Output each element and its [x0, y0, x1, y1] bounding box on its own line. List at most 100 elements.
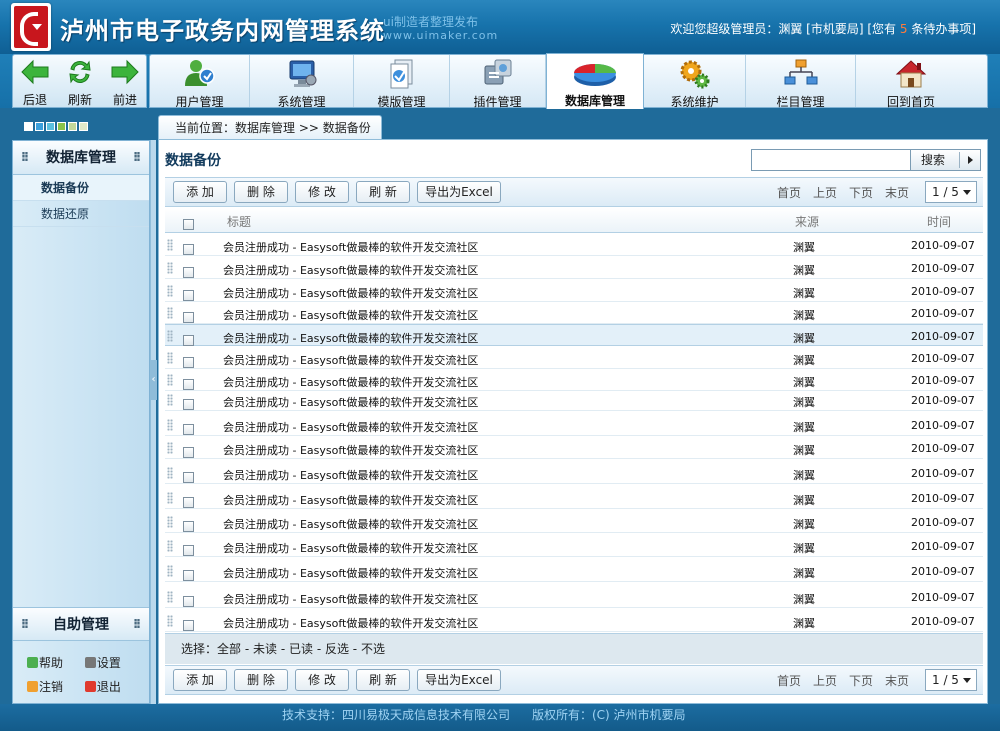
- table-row[interactable]: 会员注册成功 - Easysoft做最棒的软件开发交流社区 渊翼 2010-09-0…: [165, 511, 983, 533]
- table-row[interactable]: 会员注册成功 - Easysoft做最棒的软件开发交流社区 渊翼 2010-09-0…: [165, 586, 983, 608]
- row-title[interactable]: 会员注册成功 - Easysoft做最棒的软件开发交流社区: [223, 394, 478, 410]
- drag-handle-icon[interactable]: [167, 307, 173, 319]
- skin-swatch[interactable]: [57, 122, 66, 131]
- logout-link[interactable]: 注销: [27, 675, 81, 699]
- row-title[interactable]: 会员注册成功 - Easysoft做最棒的软件开发交流社区: [223, 591, 478, 607]
- drag-handle-icon[interactable]: [167, 516, 173, 528]
- export-excel-button[interactable]: 导出为Excel: [417, 669, 501, 691]
- exit-link[interactable]: 退出: [84, 675, 139, 699]
- skin-swatch[interactable]: [46, 122, 55, 131]
- last-page-link[interactable]: 末页: [885, 184, 909, 201]
- forward-button[interactable]: 前进: [105, 59, 145, 107]
- row-title[interactable]: 会员注册成功 - Easysoft做最棒的软件开发交流社区: [223, 352, 478, 368]
- row-title[interactable]: 会员注册成功 - Easysoft做最棒的软件开发交流社区: [223, 307, 478, 323]
- collapse-sidebar-icon[interactable]: ‹: [150, 360, 157, 400]
- refresh-button[interactable]: 刷新: [60, 59, 100, 107]
- row-checkbox[interactable]: [183, 620, 194, 631]
- prev-page-link[interactable]: 上页: [813, 184, 837, 201]
- row-title[interactable]: 会员注册成功 - Easysoft做最棒的软件开发交流社区: [223, 239, 478, 255]
- row-title[interactable]: 会员注册成功 - Easysoft做最棒的软件开发交流社区: [223, 516, 478, 532]
- delete-button[interactable]: 删 除: [234, 181, 288, 203]
- row-checkbox[interactable]: [183, 267, 194, 278]
- table-row[interactable]: 会员注册成功 - Easysoft做最棒的软件开发交流社区 渊翼 2010-09-0…: [165, 324, 983, 346]
- page-select[interactable]: 1 / 5: [925, 181, 977, 203]
- row-checkbox[interactable]: [183, 570, 194, 581]
- row-checkbox[interactable]: [183, 244, 194, 255]
- row-title[interactable]: 会员注册成功 - Easysoft做最棒的软件开发交流社区: [223, 374, 478, 390]
- tab-column-management[interactable]: 栏目管理: [746, 55, 856, 109]
- skin-swatch[interactable]: [68, 122, 77, 131]
- next-page-link[interactable]: 下页: [849, 184, 873, 201]
- drag-handle-icon[interactable]: [167, 540, 173, 552]
- tab-plugin-management[interactable]: 插件管理: [450, 55, 546, 109]
- table-row[interactable]: 会员注册成功 - Easysoft做最棒的软件开发交流社区 渊翼 2010-09-0…: [165, 437, 983, 459]
- first-page-link[interactable]: 首页: [777, 184, 801, 201]
- invert-selection-link[interactable]: 反选: [325, 642, 349, 656]
- self-service-header[interactable]: ⁝⁝ 自助管理 ⁝⁝: [13, 607, 149, 641]
- row-checkbox[interactable]: [183, 447, 194, 458]
- drag-handle-icon[interactable]: [167, 419, 173, 431]
- row-checkbox[interactable]: [183, 521, 194, 532]
- sidebar-section-header[interactable]: ⁝⁝ 数据库管理 ⁝⁝: [13, 141, 149, 175]
- row-title[interactable]: 会员注册成功 - Easysoft做最棒的软件开发交流社区: [223, 540, 478, 556]
- drag-handle-icon[interactable]: [167, 330, 173, 342]
- row-checkbox[interactable]: [183, 335, 194, 346]
- drag-handle-icon[interactable]: [167, 591, 173, 603]
- add-button[interactable]: 添 加: [173, 181, 227, 203]
- search-input[interactable]: [751, 149, 911, 171]
- drag-handle-icon[interactable]: [167, 262, 173, 274]
- table-row[interactable]: 会员注册成功 - Easysoft做最棒的软件开发交流社区 渊翼 2010-09-0…: [165, 535, 983, 557]
- row-title[interactable]: 会员注册成功 - Easysoft做最棒的软件开发交流社区: [223, 419, 478, 435]
- select-none-link[interactable]: 不选: [361, 642, 385, 656]
- add-button[interactable]: 添 加: [173, 669, 227, 691]
- settings-link[interactable]: 设置: [84, 651, 139, 675]
- refresh-list-button[interactable]: 刷 新: [356, 181, 410, 203]
- drag-handle-icon[interactable]: [167, 615, 173, 627]
- last-page-link[interactable]: 末页: [885, 672, 909, 689]
- drag-handle-icon[interactable]: [167, 394, 173, 406]
- row-title[interactable]: 会员注册成功 - Easysoft做最棒的软件开发交流社区: [223, 262, 478, 278]
- row-title[interactable]: 会员注册成功 - Easysoft做最棒的软件开发交流社区: [223, 442, 478, 458]
- drag-handle-icon[interactable]: [167, 352, 173, 364]
- edit-button[interactable]: 修 改: [295, 669, 349, 691]
- sidebar-item-data-backup[interactable]: 数据备份: [13, 175, 149, 201]
- row-title[interactable]: 会员注册成功 - Easysoft做最棒的软件开发交流社区: [223, 615, 478, 631]
- pending-count-link[interactable]: 5: [900, 22, 908, 36]
- table-row[interactable]: 会员注册成功 - Easysoft做最棒的软件开发交流社区 渊翼 2010-09-0…: [165, 369, 983, 391]
- tab-template-management[interactable]: 模版管理: [354, 55, 450, 109]
- page-select[interactable]: 1 / 5: [925, 669, 977, 691]
- help-link[interactable]: 帮助: [27, 651, 81, 675]
- drag-handle-icon[interactable]: [167, 442, 173, 454]
- select-all-link[interactable]: 全部: [217, 642, 241, 656]
- refresh-list-button[interactable]: 刷 新: [356, 669, 410, 691]
- next-page-link[interactable]: 下页: [849, 672, 873, 689]
- prev-page-link[interactable]: 上页: [813, 672, 837, 689]
- row-checkbox[interactable]: [183, 497, 194, 508]
- tab-system-management[interactable]: 系统管理: [250, 55, 354, 109]
- skin-swatch[interactable]: [24, 122, 33, 131]
- drag-handle-icon[interactable]: [167, 285, 173, 297]
- sidebar-splitter[interactable]: [150, 140, 156, 704]
- tab-database-management[interactable]: 数据库管理: [546, 53, 644, 109]
- row-checkbox[interactable]: [183, 545, 194, 556]
- row-checkbox[interactable]: [183, 312, 194, 323]
- tab-system-maintenance[interactable]: 系统维护: [644, 55, 746, 109]
- export-excel-button[interactable]: 导出为Excel: [417, 181, 501, 203]
- row-checkbox[interactable]: [183, 596, 194, 607]
- table-row[interactable]: 会员注册成功 - Easysoft做最棒的软件开发交流社区 渊翼 2010-09-0…: [165, 347, 983, 369]
- row-title[interactable]: 会员注册成功 - Easysoft做最棒的软件开发交流社区: [223, 565, 478, 581]
- table-row[interactable]: 会员注册成功 - Easysoft做最棒的软件开发交流社区 渊翼 2010-09-0…: [165, 389, 983, 411]
- select-all-checkbox[interactable]: [183, 219, 194, 230]
- search-button[interactable]: 搜索: [911, 149, 981, 171]
- delete-button[interactable]: 删 除: [234, 669, 288, 691]
- tab-home[interactable]: 回到首页: [856, 55, 966, 109]
- drag-handle-icon[interactable]: [167, 239, 173, 251]
- select-read-link[interactable]: 已读: [289, 642, 313, 656]
- table-row[interactable]: 会员注册成功 - Easysoft做最棒的软件开发交流社区 渊翼 2010-09-0…: [165, 610, 983, 632]
- skin-swatch[interactable]: [35, 122, 44, 131]
- table-row[interactable]: 会员注册成功 - Easysoft做最棒的软件开发交流社区 渊翼 2010-09-0…: [165, 257, 983, 279]
- table-row[interactable]: 会员注册成功 - Easysoft做最棒的软件开发交流社区 渊翼 2010-09-0…: [165, 414, 983, 436]
- select-unread-link[interactable]: 未读: [253, 642, 277, 656]
- table-row[interactable]: 会员注册成功 - Easysoft做最棒的软件开发交流社区 渊翼 2010-09-0…: [165, 234, 983, 256]
- edit-button[interactable]: 修 改: [295, 181, 349, 203]
